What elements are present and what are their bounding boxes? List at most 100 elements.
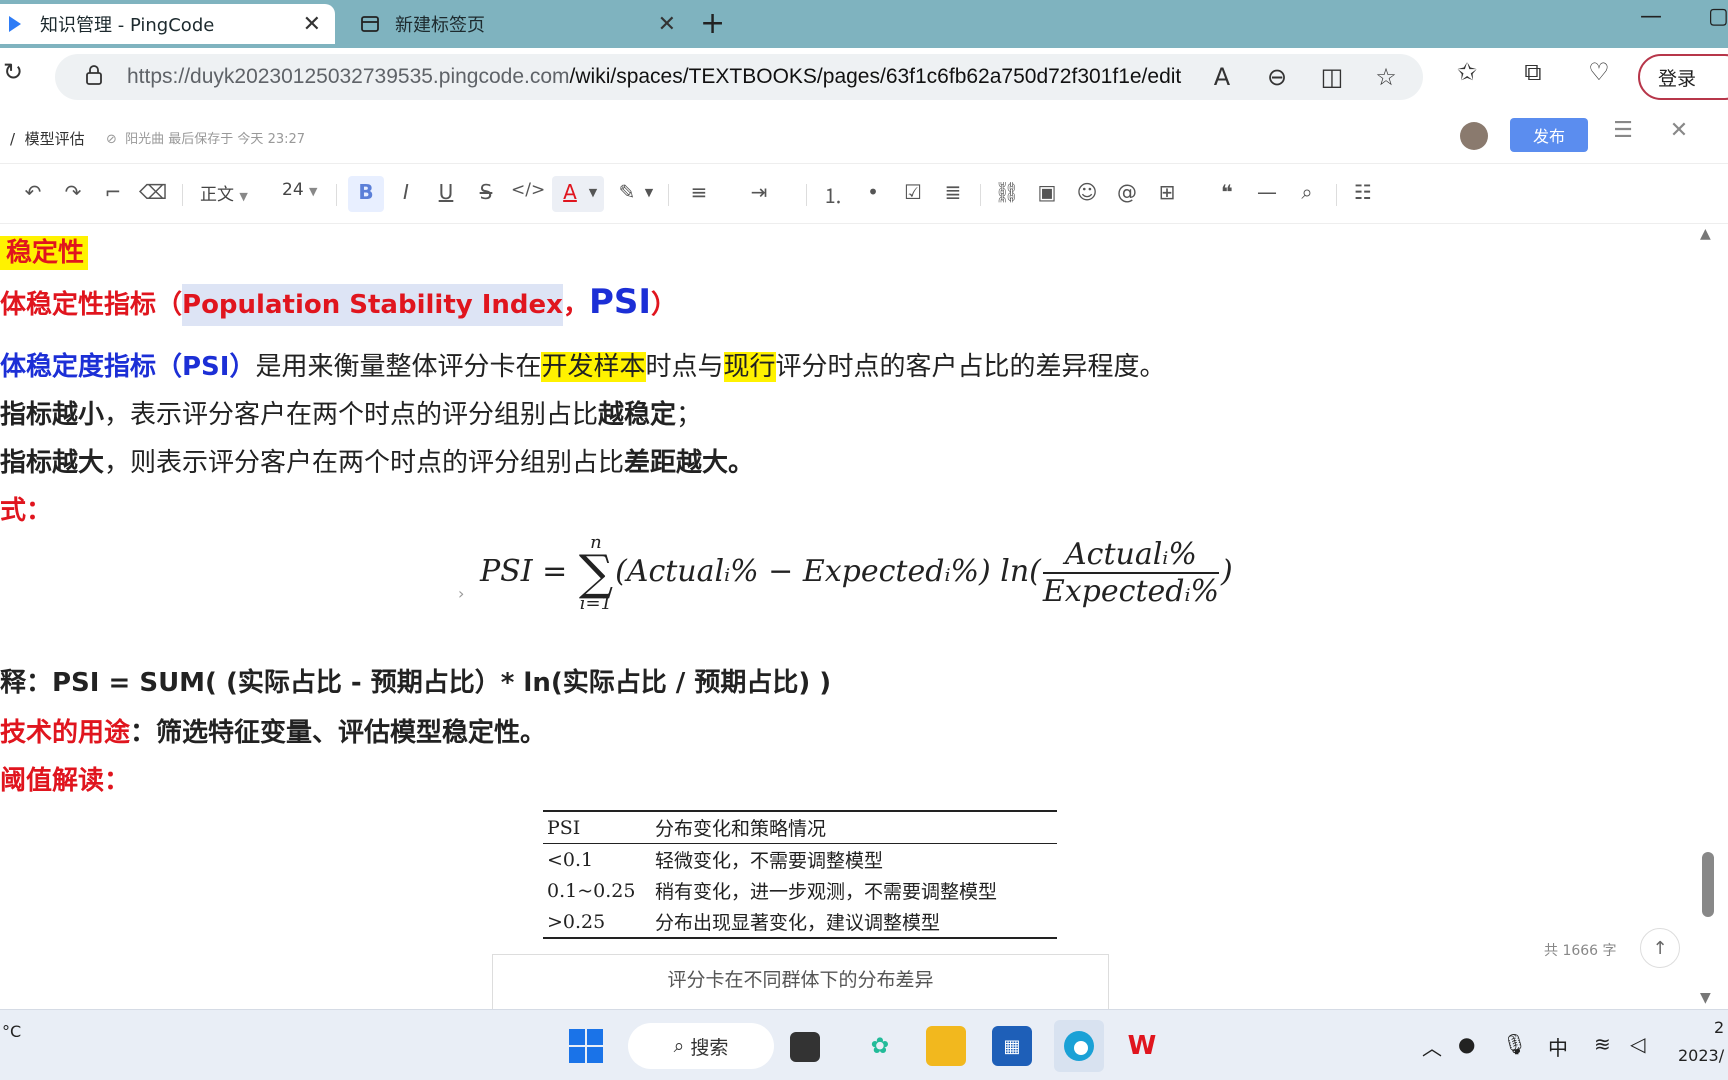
tab-new-tab[interactable]: 新建标签页 ✕: [345, 4, 690, 44]
lock-icon[interactable]: [77, 63, 111, 91]
back-to-top-button[interactable]: ↑: [1640, 928, 1680, 968]
tab-close-icon[interactable]: ✕: [303, 12, 321, 37]
task-list-icon[interactable]: ☑: [898, 180, 928, 204]
outline-icon[interactable]: ☰: [1606, 118, 1640, 143]
widgets-app-icon[interactable]: ✿: [860, 1026, 900, 1066]
psi-threshold-table[interactable]: PSI 分布变化和策略情况 <0.1 轻微变化，不需要调整模型 0.1~0.25…: [543, 810, 1057, 939]
bold-icon[interactable]: B: [351, 180, 381, 204]
code-icon[interactable]: </>: [511, 180, 545, 200]
read-aloud-icon[interactable]: A: [1205, 63, 1239, 91]
redo-icon[interactable]: ↷: [58, 180, 88, 204]
word-count: 共 1666 字: [1544, 943, 1617, 959]
psi-formula[interactable]: PSI = n ∑ i=1 (Actualᵢ% − Expectedᵢ%) ln…: [480, 532, 1233, 614]
search-icon: ⌕: [673, 1035, 685, 1057]
breadcrumb-page[interactable]: 模型评估: [25, 130, 85, 148]
clock-date[interactable]: 2023/: [1678, 1046, 1724, 1065]
volume-icon[interactable]: ◁: [1630, 1032, 1645, 1056]
small-index-paragraph[interactable]: 指标越小，表示评分客户在两个时点的评分组别占比越稳定；: [0, 394, 702, 431]
scroll-down-icon[interactable]: ▼: [1700, 990, 1711, 1006]
address-bar[interactable]: https://duyk20230125032739535.pingcode.c…: [55, 54, 1423, 100]
microphone-icon[interactable]: 🎙: [1502, 1032, 1527, 1056]
clock-time[interactable]: 2: [1714, 1018, 1724, 1037]
publish-label: 发布: [1532, 127, 1565, 146]
scrollbar-thumb[interactable]: [1702, 852, 1714, 917]
paragraph-style-select[interactable]: 正文 ▼: [200, 180, 248, 205]
url-text[interactable]: https://duyk20230125032739535.pingcode.c…: [127, 65, 1181, 89]
image-icon[interactable]: ▣: [1032, 180, 1062, 204]
new-tab-button[interactable]: +: [700, 6, 725, 41]
table-cell: <0.1: [547, 848, 594, 871]
wps-icon[interactable]: W: [1122, 1026, 1162, 1066]
block-icon[interactable]: ≣: [938, 180, 968, 204]
maximize-icon[interactable]: ▢: [1708, 4, 1728, 29]
formula-label[interactable]: 式：: [0, 490, 52, 527]
wifi-icon[interactable]: ≋: [1594, 1032, 1611, 1056]
login-button[interactable]: 登录: [1638, 54, 1728, 100]
threshold-label[interactable]: 阈值解读：: [0, 760, 130, 797]
table-cell: 轻微变化，不需要调整模型: [655, 850, 884, 872]
store-icon[interactable]: ▦: [992, 1026, 1032, 1066]
split-screen-icon[interactable]: ◫: [1315, 63, 1349, 91]
usage-paragraph[interactable]: 技术的用途：筛选特征变量、评估模型稳定性。: [0, 712, 546, 749]
close-editor-icon[interactable]: ✕: [1662, 118, 1696, 143]
table-icon[interactable]: ⊞: [1152, 180, 1182, 204]
favorite-star-icon[interactable]: ☆: [1369, 63, 1403, 91]
small-index-bold2: 越稳定: [598, 400, 677, 430]
task-view-icon[interactable]: [790, 1032, 820, 1062]
zoom-out-icon[interactable]: ⊖: [1260, 63, 1294, 91]
ime-indicator[interactable]: 中: [1548, 1032, 1568, 1061]
chevron-down-icon[interactable]: ▼: [634, 186, 664, 199]
indent-icon[interactable]: ⇥: [744, 180, 774, 204]
format-painter-icon[interactable]: ⌐: [98, 180, 128, 204]
publish-button[interactable]: 发布: [1510, 118, 1588, 152]
toc-icon[interactable]: ☷: [1348, 180, 1378, 204]
browser-essentials-icon[interactable]: ♡: [1582, 58, 1616, 86]
editor-content[interactable]: 稳定性 体稳定性指标（Population Stability Index，PS…: [0, 224, 1700, 1009]
scroll-up-icon[interactable]: ▲: [1700, 226, 1711, 242]
taskbar-search[interactable]: ⌕ 搜索: [628, 1023, 774, 1069]
link-icon[interactable]: ⛓: [992, 180, 1022, 204]
divider-icon[interactable]: —: [1252, 180, 1282, 204]
strikethrough-icon[interactable]: S: [471, 180, 501, 204]
emoji-icon[interactable]: ☺: [1072, 180, 1102, 204]
definition-paragraph[interactable]: 体稳定度指标（PSI）是用来衡量整体评分卡在开发样本时点与现行评分时点的客户占比…: [0, 346, 1166, 383]
edge-icon[interactable]: [1054, 1020, 1104, 1072]
collections-icon[interactable]: ⧉: [1516, 58, 1550, 86]
align-icon[interactable]: ≡: [684, 180, 714, 204]
clear-format-icon[interactable]: ⌫: [138, 180, 168, 204]
large-index-paragraph[interactable]: 指标越大，则表示评分客户在两个时点的评分组别占比差距越大。: [0, 442, 754, 479]
quote-icon[interactable]: ❝: [1212, 180, 1242, 204]
font-size-select[interactable]: 24 ▼: [282, 180, 318, 200]
collapse-arrow-icon[interactable]: ›: [458, 584, 464, 603]
ordered-list-icon[interactable]: ⒈: [818, 180, 848, 209]
table-header-row: PSI 分布变化和策略情况: [543, 811, 1057, 844]
windows-start-icon[interactable]: [566, 1026, 606, 1066]
section-title[interactable]: 稳定性: [0, 232, 89, 270]
minimize-icon[interactable]: —: [1640, 4, 1662, 29]
undo-icon[interactable]: ↶: [18, 180, 48, 204]
image-caption-box[interactable]: 评分卡在不同群体下的分布差异: [492, 954, 1109, 1009]
qq-icon[interactable]: ●: [1458, 1032, 1475, 1056]
toolbar-divider: [182, 184, 183, 206]
search-replace-icon[interactable]: ⌕: [1292, 180, 1322, 204]
explain-paragraph[interactable]: 释：PSI = SUM( (实际占比 - 预期占比）* ln(实际占比 / 预期…: [0, 662, 831, 699]
bullet-list-icon[interactable]: •: [858, 180, 888, 204]
tray-overflow-icon[interactable]: ︿: [1422, 1032, 1442, 1061]
tab-close-icon[interactable]: ✕: [658, 12, 676, 37]
underline-icon[interactable]: U: [431, 180, 461, 204]
breadcrumb[interactable]: / 模型评估: [10, 128, 85, 149]
chevron-down-icon[interactable]: ▼: [578, 186, 608, 199]
formula-sum-bottom: i=1: [579, 593, 613, 614]
tab-pingcode[interactable]: 知识管理 - PingCode ✕: [0, 4, 335, 44]
mention-icon[interactable]: @: [1112, 180, 1142, 204]
avatar[interactable]: [1460, 122, 1488, 150]
weather-widget[interactable]: °C: [2, 1022, 21, 1041]
chevron-down-icon: ▼: [239, 190, 248, 203]
table-cell: 分布出现显著变化，建议调整模型: [655, 912, 941, 934]
image-caption: 评分卡在不同群体下的分布差异: [667, 969, 934, 991]
psi-heading[interactable]: 体稳定性指标（Population Stability Index，PSI）: [0, 282, 677, 326]
favorites-icon[interactable]: ✩: [1450, 58, 1484, 86]
file-explorer-icon[interactable]: [926, 1026, 966, 1066]
refresh-icon[interactable]: ↻: [0, 58, 30, 86]
italic-icon[interactable]: I: [391, 180, 421, 204]
